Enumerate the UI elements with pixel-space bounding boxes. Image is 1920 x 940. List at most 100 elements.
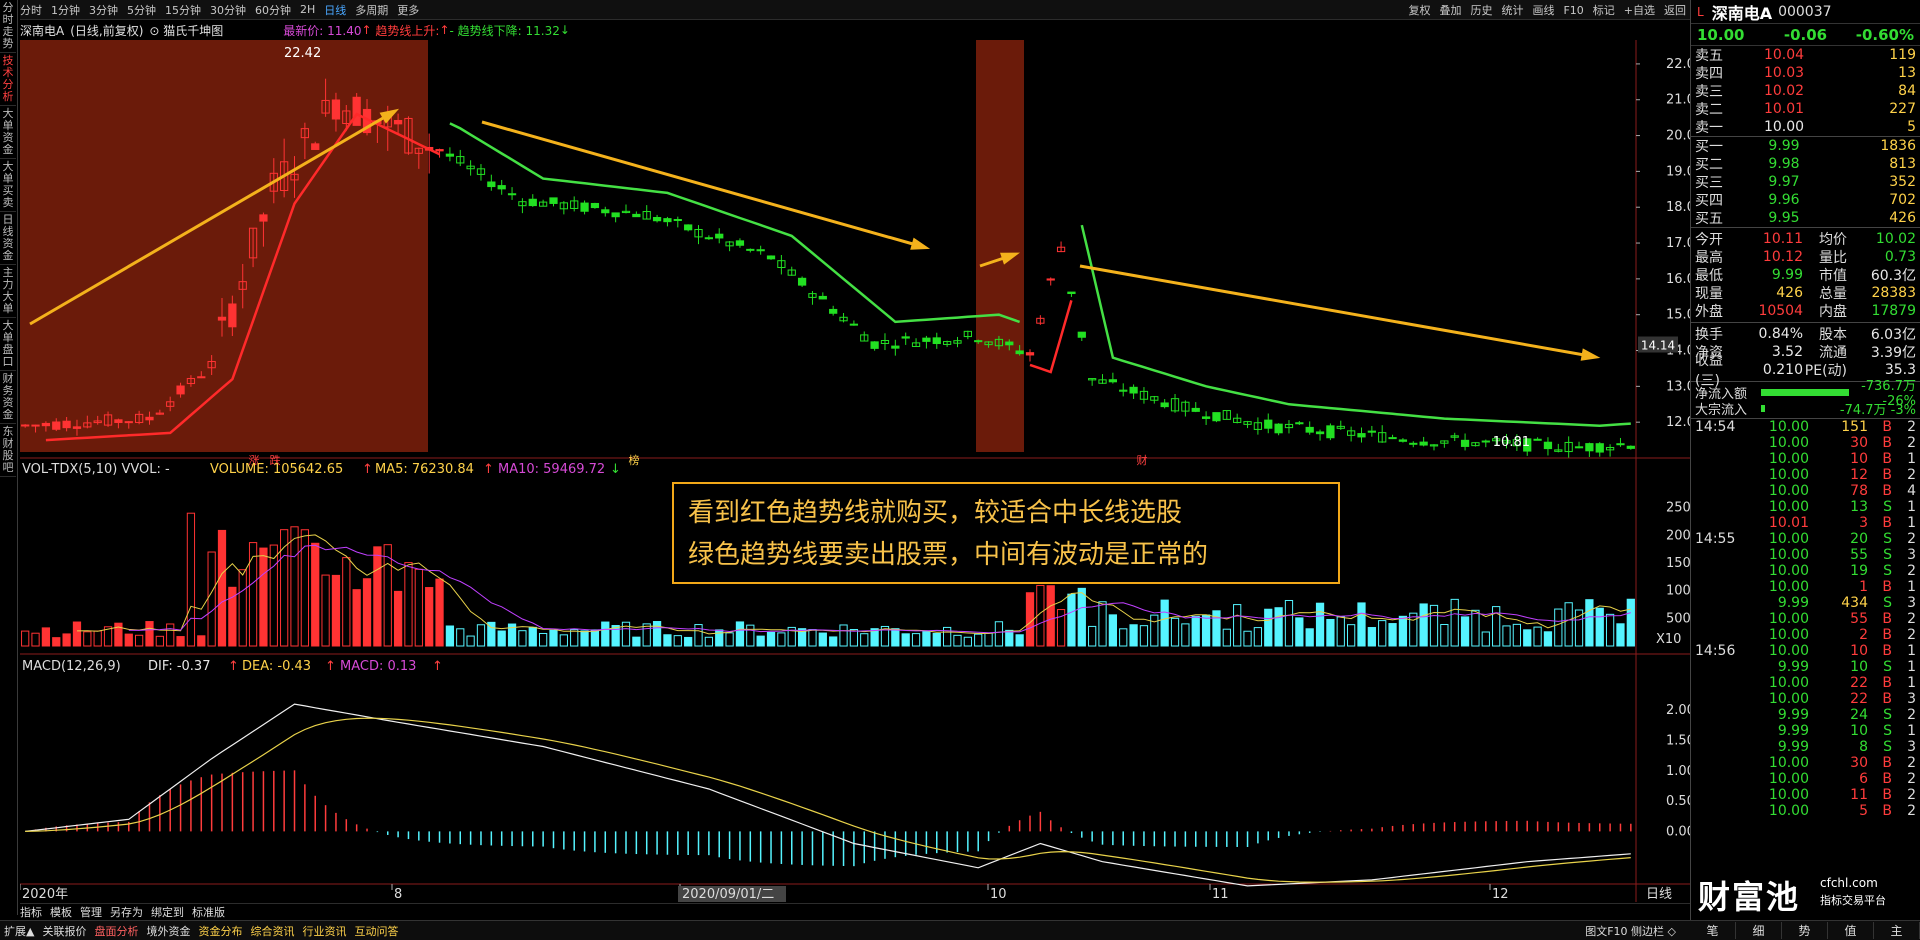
flow-row: 大宗流入 -74.7万 -3% <box>1691 400 1920 418</box>
tick-direction: B <box>1882 483 1892 499</box>
status-tab-4[interactable]: 资金分布 <box>198 923 242 939</box>
volume-bar <box>435 578 444 647</box>
indicator-tab-5[interactable]: 标准版 <box>192 904 225 920</box>
status-tab-2[interactable]: 盘面分析 <box>94 923 138 939</box>
leftnav-item-5[interactable]: 主力大单 <box>0 265 16 318</box>
tick-volume: 1 <box>1859 579 1868 595</box>
volume-bar <box>1284 599 1294 647</box>
status-tab-5[interactable]: 综合资讯 <box>250 923 294 939</box>
tool-button-4[interactable]: 画线 <box>1532 2 1554 18</box>
status-tab-3[interactable]: 境外资金 <box>146 923 190 939</box>
tool-button-8[interactable]: 返回 <box>1664 2 1686 18</box>
macd-macd-arrow-icon: ↑ <box>432 659 443 674</box>
volume-bar <box>1253 627 1263 647</box>
quote-tab-1[interactable]: 细 <box>1736 921 1782 939</box>
tool-button-7[interactable]: +自选 <box>1624 2 1655 18</box>
buy-price: 9.98 <box>1768 156 1800 172</box>
period-tab-9[interactable]: 多周期 <box>355 2 388 18</box>
status-right[interactable]: 图文F10 侧边栏 ◇ <box>1585 923 1676 939</box>
tick-price: 10.00 <box>1768 755 1809 771</box>
volume-bar <box>694 624 703 647</box>
x-axis-label: 12 <box>1492 887 1509 902</box>
period-tab-5[interactable]: 30分钟 <box>210 2 246 18</box>
leftnav-item-7[interactable]: 财务资金 <box>0 371 16 424</box>
arrow-down-1-head <box>910 237 931 250</box>
indicator-tab-4[interactable]: 绑定到 <box>151 904 184 920</box>
price-axis-label: 19.00 <box>1666 164 1690 179</box>
period-tab-3[interactable]: 5分钟 <box>127 2 156 18</box>
quote-tab-3[interactable]: 值 <box>1828 921 1874 939</box>
leftnav-item-0[interactable]: 分时走势 <box>0 0 16 53</box>
volume-bar <box>1119 628 1128 647</box>
quote-tab-2[interactable]: 势 <box>1782 921 1828 939</box>
candle-body <box>1212 412 1221 422</box>
quote-tab-0[interactable]: 笔 <box>1690 921 1736 939</box>
indicator-tab-3[interactable]: 另存为 <box>110 904 143 920</box>
trend-down-line-1 <box>449 122 1021 324</box>
candle-body <box>1077 331 1086 338</box>
indicator-tab-2[interactable]: 管理 <box>80 904 102 920</box>
volume-bar <box>580 630 589 647</box>
period-tab-2[interactable]: 3分钟 <box>89 2 118 18</box>
tool-button-5[interactable]: F10 <box>1563 4 1583 17</box>
tick-row: 10.00 11 B 2 <box>1691 787 1920 803</box>
volume-bar <box>953 634 962 647</box>
leftnav-item-6[interactable]: 大单盘口 <box>0 318 16 371</box>
period-tab-0[interactable]: 分时 <box>20 2 42 18</box>
tick-count: 1 <box>1907 675 1916 691</box>
period-tab-1[interactable]: 1分钟 <box>51 2 80 18</box>
kline-chart[interactable]: 22.00 21.00 20.00 19.00 18.00 17.00 16.00 15.00… <box>20 40 1690 902</box>
chart-mode[interactable]: (日线,前复权) <box>70 22 143 39</box>
volume-bar <box>559 634 568 647</box>
leftnav-item-8[interactable]: 东财股吧 <box>0 424 16 477</box>
period-tab-6[interactable]: 60分钟 <box>255 2 291 18</box>
status-tab-7[interactable]: 互动问答 <box>354 923 398 939</box>
status-tab-0[interactable]: 扩展▲ <box>4 923 34 939</box>
indicator-tab-1[interactable]: 模板 <box>50 904 72 920</box>
period-tab-4[interactable]: 15分钟 <box>165 2 201 18</box>
candle-body <box>974 340 983 343</box>
tick-row: 9.99 8 S 3 <box>1691 739 1920 755</box>
period-tab-7[interactable]: 2H <box>300 3 315 16</box>
macd-dif: DIF: -0.37 <box>148 659 210 674</box>
period-tab-8[interactable]: 日线 <box>324 2 346 18</box>
volume-axis-label: 5000 <box>1666 611 1690 626</box>
leftnav-item-3[interactable]: 大单买卖 <box>0 159 16 212</box>
leftnav-item-4[interactable]: 日线资金 <box>0 212 16 265</box>
tool-button-3[interactable]: 统计 <box>1501 2 1523 18</box>
tool-button-0[interactable]: 复权 <box>1408 2 1430 18</box>
status-tab-1[interactable]: 关联报价 <box>42 923 86 939</box>
volume-bar <box>1398 615 1408 647</box>
candle-body <box>497 185 506 190</box>
volume-bar <box>311 542 320 647</box>
candle-body <box>1367 430 1376 433</box>
tool-button-2[interactable]: 历史 <box>1470 2 1492 18</box>
candle-body <box>1005 341 1014 346</box>
buy-label: 买二 <box>1695 157 1723 173</box>
leftnav-item-1[interactable]: 技术分析 <box>0 53 16 106</box>
quote-tab-4[interactable]: 主 <box>1874 921 1920 939</box>
flow-value: -74.7万 -3% <box>1839 402 1916 418</box>
tick-row: 14:56 10.00 10 B 1 <box>1691 643 1920 659</box>
candle-body <box>41 422 51 427</box>
vol-ma10: MA10: 59469.72 <box>498 462 605 477</box>
volume-bar <box>1201 614 1211 647</box>
tick-count: 2 <box>1907 771 1916 787</box>
candle-body <box>746 248 755 251</box>
tool-button-1[interactable]: 叠加 <box>1439 2 1461 18</box>
indicator-tab-0[interactable]: 指标 <box>20 904 42 920</box>
candle-body <box>176 385 185 395</box>
tick-volume: 24 <box>1850 707 1868 723</box>
period-tab-10[interactable]: 更多 <box>397 2 419 18</box>
leftnav-item-2[interactable]: 大单资金 <box>0 106 16 159</box>
candle-body <box>62 420 71 429</box>
volume-bar <box>393 590 403 647</box>
arrow-down-1-shaft <box>481 120 921 248</box>
volume-bar <box>539 632 548 647</box>
vol-ma5: MA5: 76230.84 <box>375 462 474 477</box>
stat-value: 0.210 <box>1762 362 1803 378</box>
status-tab-6[interactable]: 行业资讯 <box>302 923 346 939</box>
vol-name: VOL-TDX(5,10) VVOL: - <box>22 462 170 477</box>
tool-button-6[interactable]: 标记 <box>1593 2 1615 18</box>
volume-bar <box>342 557 351 647</box>
